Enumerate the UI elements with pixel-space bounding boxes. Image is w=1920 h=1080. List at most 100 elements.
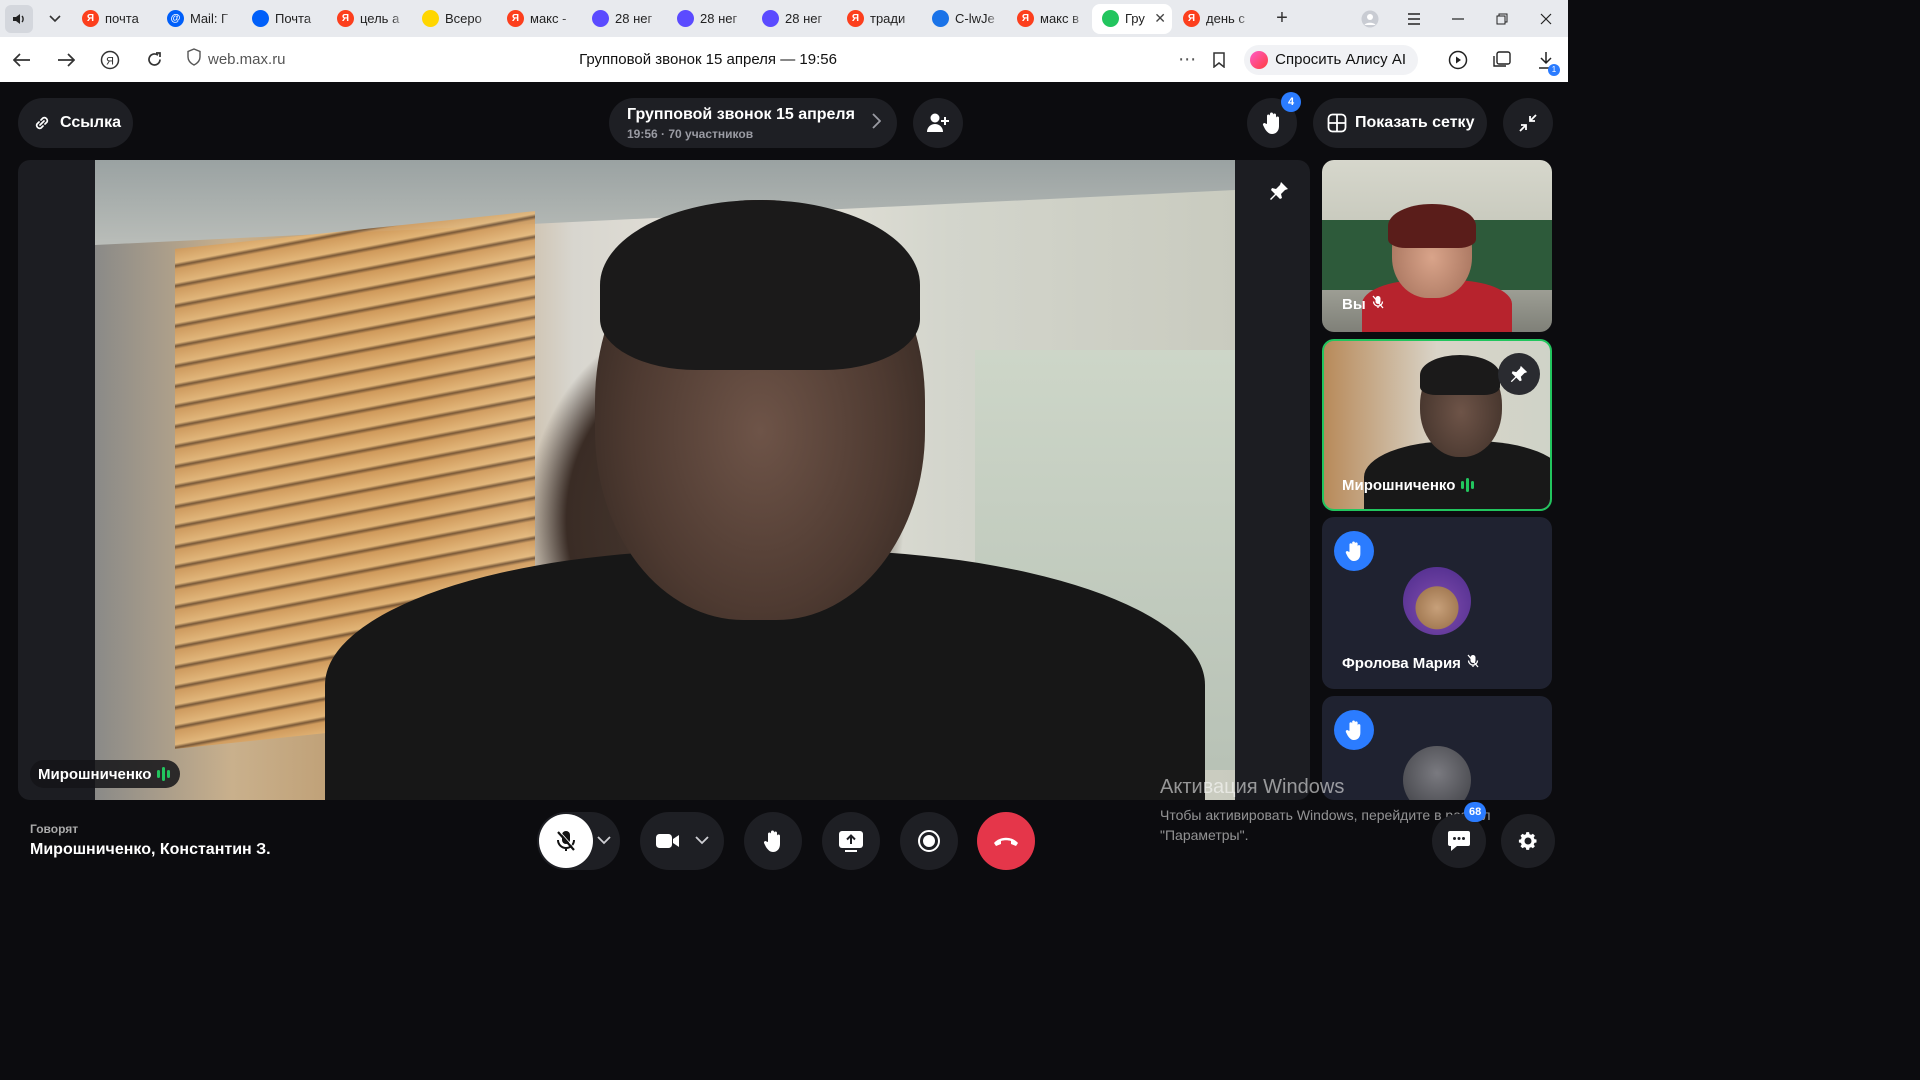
raise-hand-button[interactable] (744, 812, 802, 870)
mic-options-chevron-icon[interactable] (597, 832, 611, 850)
close-tab-icon[interactable]: ✕ (1154, 10, 1166, 27)
chat-button[interactable]: 68 (1432, 802, 1487, 868)
tab-title: Почта (275, 11, 312, 26)
record-button[interactable] (900, 812, 958, 870)
camera-toggle-button[interactable] (655, 832, 681, 850)
reload-icon[interactable] (132, 37, 176, 82)
alice-icon (1250, 50, 1269, 69)
end-call-button[interactable] (977, 812, 1035, 870)
browser-tab[interactable]: Всеро (412, 4, 496, 34)
close-window-icon[interactable] (1524, 0, 1568, 37)
camera-options-chevron-icon[interactable] (695, 832, 709, 850)
show-grid-button[interactable]: Показать сетку (1313, 98, 1487, 148)
screen-share-button[interactable] (822, 812, 880, 870)
participant-name-chip: Вы (1334, 290, 1392, 318)
microphone-control (537, 812, 620, 870)
participant-tile-frolova[interactable]: Фролова Мария (1322, 517, 1552, 689)
pin-icon[interactable] (1268, 180, 1290, 207)
tabs-dropdown-chevron-icon[interactable] (38, 0, 72, 37)
yandex-icon: Я (847, 10, 864, 27)
browser-tab[interactable]: Яцель а (327, 4, 411, 34)
video-camera-icon (656, 834, 679, 848)
tab-audio-button[interactable] (0, 0, 38, 37)
mic-toggle-button[interactable] (539, 814, 593, 868)
restore-window-icon[interactable] (1480, 0, 1524, 37)
yandex-home-icon[interactable]: Я (88, 37, 132, 82)
speaker-video-feed (95, 160, 1235, 800)
participant-name: Мирошниченко (1342, 476, 1456, 494)
participant-tile-self[interactable]: Вы (1322, 160, 1552, 332)
bookmark-icon[interactable] (1202, 51, 1236, 68)
record-icon (918, 830, 940, 852)
raised-hand-icon (1262, 112, 1279, 134)
main-video-tile[interactable]: Мирошниченко (18, 160, 1310, 800)
tab-strip: Япочта @ Mail: Г Почта Яцель а Всеро Ямакс - 28… (72, 3, 1258, 34)
address-bar: Я web.max.ru Групповой звонок 15 апреля … (0, 37, 1568, 82)
mail-ru-icon: @ (167, 10, 184, 27)
phone-icon (1102, 10, 1119, 27)
new-tab-plus-icon[interactable]: + (1266, 3, 1298, 35)
max-icon (677, 10, 694, 27)
speaking-now-names: Мирошниченко, Константин З. (30, 841, 271, 858)
raised-hand-icon (1334, 710, 1374, 750)
exit-fullscreen-button[interactable] (1503, 98, 1553, 148)
tab-title: макс в (1040, 11, 1080, 26)
browser-tab-bar: Япочта @ Mail: Г Почта Яцель а Всеро Ямакс - 28… (0, 0, 1568, 37)
tab-title: макс - (530, 11, 567, 26)
settings-button[interactable] (1501, 814, 1555, 868)
ask-alice-button[interactable]: Спросить Алису AI (1244, 44, 1418, 75)
site-security-shield-icon[interactable] (186, 48, 202, 71)
browser-tab[interactable]: 28 нег (752, 4, 836, 34)
browser-tab[interactable]: Ядень с (1173, 4, 1257, 34)
add-person-icon (927, 113, 949, 132)
svg-text:Я: Я (106, 55, 114, 67)
pinned-icon[interactable] (1498, 353, 1540, 395)
browser-tab[interactable]: 28 нег (667, 4, 751, 34)
more-dots-icon[interactable]: ⋯ (1172, 49, 1202, 70)
browser-tab[interactable]: Ямакс в (1007, 4, 1091, 34)
back-arrow-icon[interactable] (0, 37, 44, 82)
browser-tab[interactable]: @ Mail: Г (157, 4, 241, 34)
hang-up-phone-icon (994, 837, 1018, 846)
participant-name: Фролова Мария (1342, 654, 1461, 672)
copy-link-label: Ссылка (60, 114, 121, 131)
browser-tab[interactable]: Ямакс - (497, 4, 581, 34)
yandex-icon: Я (507, 10, 524, 27)
speaker-icon (5, 4, 33, 33)
max-icon (592, 10, 609, 27)
tab-title: 28 нег (615, 11, 653, 26)
browser-tab[interactable]: Ятради (837, 4, 921, 34)
tab-title: почта (105, 11, 139, 26)
browser-tab[interactable]: C-lwJe (922, 4, 1006, 34)
show-grid-label: Показать сетку (1355, 114, 1475, 131)
browser-tab[interactable]: Япочта (72, 4, 156, 34)
url-text[interactable]: web.max.ru (208, 51, 286, 68)
call-title: Групповой звонок 15 апреля (627, 105, 855, 123)
speaking-indicator-icon (157, 767, 172, 781)
ask-alice-label: Спросить Алису AI (1275, 51, 1406, 68)
profile-avatar-icon[interactable] (1348, 0, 1392, 37)
speaking-indicator-icon (1461, 478, 1476, 492)
call-subtitle: 19:56 · 70 участников (627, 126, 754, 141)
speaking-now-label: Говорят (30, 822, 79, 836)
screen-share-icon (839, 831, 863, 852)
downloads-icon[interactable]: 1 (1524, 51, 1568, 76)
browser-tab[interactable]: 28 нег (582, 4, 666, 34)
forward-arrow-icon[interactable] (44, 37, 88, 82)
browser-tab[interactable]: Гру ✕ (1092, 3, 1172, 34)
yandex-icon: Я (1017, 10, 1034, 27)
call-info-button[interactable]: Групповой звонок 15 апреля 19:56 · 70 уч… (609, 98, 897, 148)
minimize-icon[interactable] (1436, 0, 1480, 37)
yandex-icon: Я (82, 10, 99, 27)
copy-link-button[interactable]: Ссылка (18, 98, 133, 148)
tab-title: 28 нег (700, 11, 738, 26)
browser-tab[interactable]: Почта (242, 4, 326, 34)
avatar (1403, 567, 1471, 635)
add-participant-button[interactable] (913, 98, 963, 148)
raised-hands-button[interactable]: 4 (1247, 92, 1301, 148)
video-player-icon[interactable] (1436, 50, 1480, 70)
collections-icon[interactable] (1480, 50, 1524, 69)
menu-hamburger-icon[interactable] (1392, 0, 1436, 37)
window-controls (1348, 0, 1568, 37)
participant-tile-speaking[interactable]: Мирошниченко (1322, 339, 1552, 511)
